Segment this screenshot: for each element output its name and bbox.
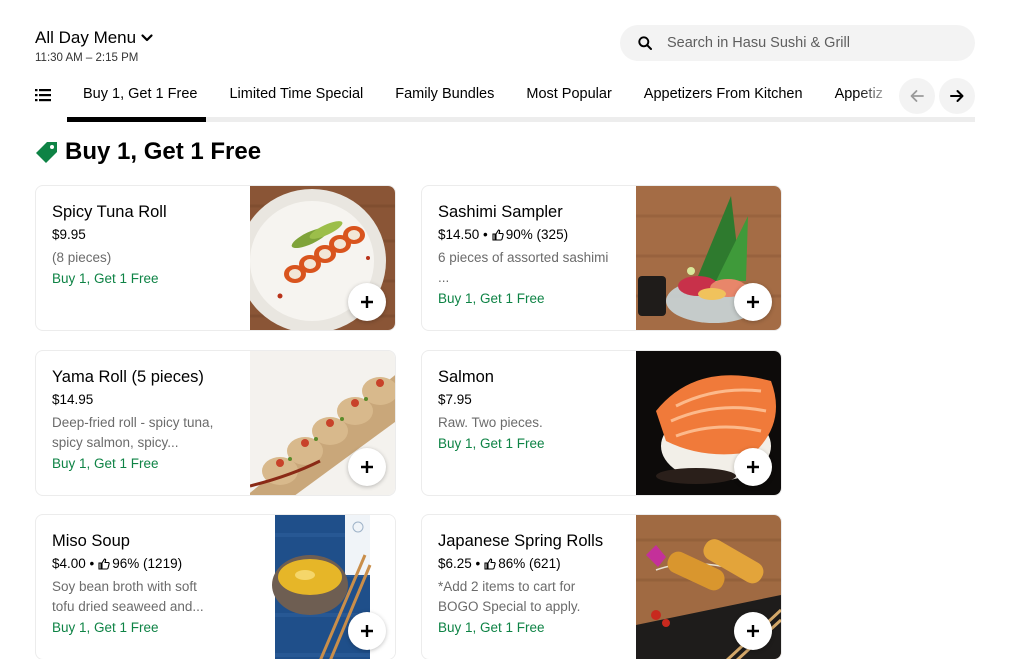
item-description: (8 pieces) xyxy=(52,250,112,265)
search-input[interactable] xyxy=(667,35,957,51)
menu-hours: 11:30 AM – 2:15 PM xyxy=(35,52,139,64)
plus-icon xyxy=(360,295,374,309)
scroll-left-button[interactable] xyxy=(899,78,935,114)
thumbs-up-icon xyxy=(492,229,504,241)
menu-selector[interactable]: All Day Menu xyxy=(35,28,154,48)
item-description: *Add 2 items to cart for BOGO Special to… xyxy=(438,579,581,614)
item-price: $14.95 xyxy=(52,392,94,407)
category-tabs: Buy 1, Get 1 Free Limited Time Special F… xyxy=(67,76,897,120)
add-item-button[interactable] xyxy=(348,448,386,486)
active-tab-indicator xyxy=(67,117,206,122)
plus-icon xyxy=(746,460,760,474)
item-price: $14.50 xyxy=(438,227,480,242)
plus-icon xyxy=(746,295,760,309)
plus-icon xyxy=(746,624,760,638)
arrow-left-icon xyxy=(909,88,925,104)
menu-item-card[interactable]: Miso Soup $4.00 • 96% (1219) Soy bean br… xyxy=(35,514,396,659)
item-rating: 86% (621) xyxy=(498,556,561,571)
item-description: 6 pieces of assorted sashimi ... xyxy=(438,250,609,285)
item-price: $7.95 xyxy=(438,392,472,407)
meta-separator: • xyxy=(479,227,488,242)
menu-item-card[interactable]: Yama Roll (5 pieces) $14.95 Deep-fried r… xyxy=(35,350,396,496)
item-price: $4.00 xyxy=(52,556,86,571)
tab-most-popular[interactable]: Most Popular xyxy=(510,76,627,112)
item-description: Soy bean broth with soft tofu dried seaw… xyxy=(52,579,204,614)
item-promo: Buy 1, Get 1 Free xyxy=(52,456,159,471)
add-item-button[interactable] xyxy=(734,448,772,486)
tab-buy-1-get-1-free[interactable]: Buy 1, Get 1 Free xyxy=(67,76,213,112)
item-rating: 96% (1219) xyxy=(112,556,183,571)
item-name: Sashimi Sampler xyxy=(438,203,563,221)
tab-family-bundles[interactable]: Family Bundles xyxy=(379,76,510,112)
add-item-button[interactable] xyxy=(348,612,386,650)
thumbs-up-icon xyxy=(484,558,496,570)
item-name: Spicy Tuna Roll xyxy=(52,203,167,221)
item-promo: Buy 1, Get 1 Free xyxy=(438,291,545,306)
item-promo: Buy 1, Get 1 Free xyxy=(438,436,545,451)
item-promo: Buy 1, Get 1 Free xyxy=(438,620,545,635)
tab-appetizers-from-kitchen[interactable]: Appetizers From Kitchen xyxy=(628,76,819,112)
item-promo: Buy 1, Get 1 Free xyxy=(52,271,159,286)
scroll-right-button[interactable] xyxy=(939,78,975,114)
item-price: $6.25 xyxy=(438,556,472,571)
menu-item-card[interactable]: Salmon $7.95 Raw. Two pieces. Buy 1, Get… xyxy=(421,350,782,496)
add-item-button[interactable] xyxy=(734,283,772,321)
chevron-down-icon xyxy=(140,31,154,45)
meta-separator: • xyxy=(85,556,95,571)
item-name: Miso Soup xyxy=(52,532,130,550)
item-rating: 90% (325) xyxy=(505,227,569,242)
item-promo: Buy 1, Get 1 Free xyxy=(52,620,159,635)
item-name: Yama Roll (5 pieces) xyxy=(52,368,204,386)
item-description: Raw. Two pieces. xyxy=(438,415,543,430)
menu-item-card[interactable]: Japanese Spring Rolls $6.25 • 86% (621) … xyxy=(421,514,782,659)
item-price: $9.95 xyxy=(52,227,86,242)
tag-icon xyxy=(35,140,59,164)
menu-title: All Day Menu xyxy=(35,28,137,47)
add-item-button[interactable] xyxy=(734,612,772,650)
plus-icon xyxy=(360,624,374,638)
arrow-right-icon xyxy=(949,88,965,104)
meta-separator: • xyxy=(471,556,481,571)
tabs-fade xyxy=(857,76,897,112)
add-item-button[interactable] xyxy=(348,283,386,321)
tab-limited-time-special[interactable]: Limited Time Special xyxy=(213,76,379,112)
item-description: Deep-fried roll - spicy tuna, spicy salm… xyxy=(52,415,214,450)
menu-item-card[interactable]: Sashimi Sampler $14.50 • 90% (325) 6 pie… xyxy=(421,185,782,331)
item-name: Salmon xyxy=(438,368,494,386)
search-bar[interactable] xyxy=(620,25,975,61)
thumbs-up-icon xyxy=(98,558,110,570)
item-name: Japanese Spring Rolls xyxy=(438,532,604,550)
section-title: Buy 1, Get 1 Free xyxy=(65,138,262,165)
search-icon xyxy=(638,36,652,50)
menu-item-card[interactable]: Spicy Tuna Roll $9.95 (8 pieces) Buy 1, … xyxy=(35,185,396,331)
section-header: Buy 1, Get 1 Free xyxy=(35,138,261,166)
plus-icon xyxy=(360,460,374,474)
category-list-icon[interactable] xyxy=(35,88,53,102)
